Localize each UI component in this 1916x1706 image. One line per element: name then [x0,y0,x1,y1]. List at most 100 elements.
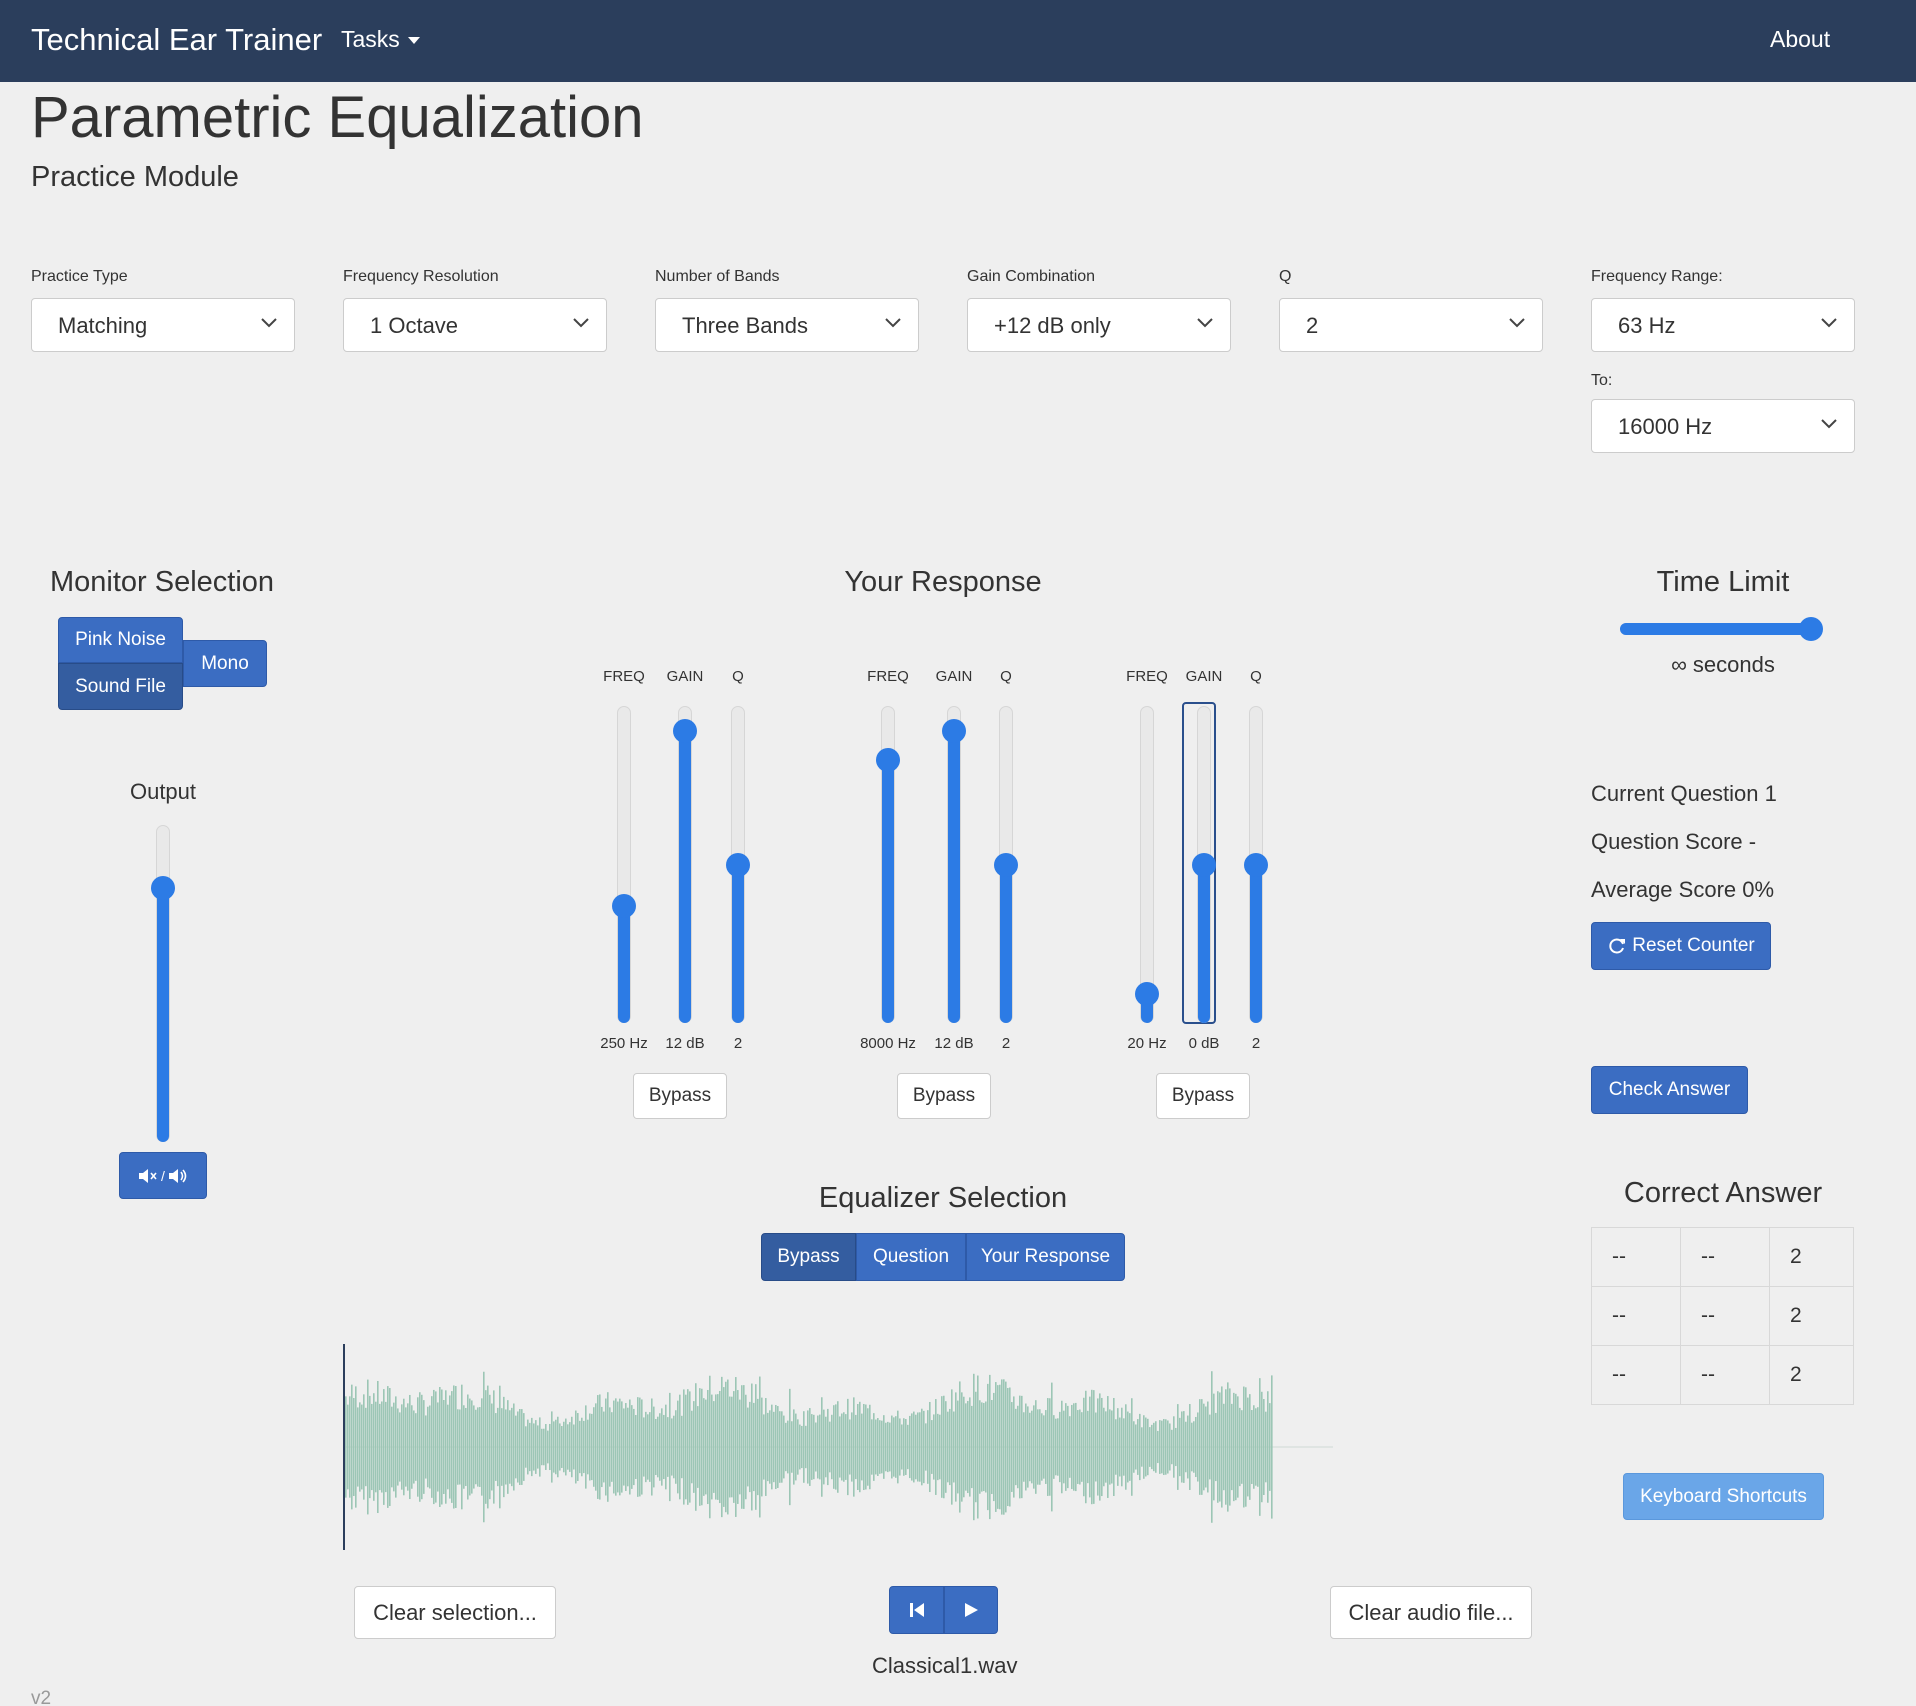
waveform-bar [977,1375,979,1519]
waveform-bar [1151,1424,1153,1470]
reset-counter-button[interactable]: Reset Counter [1591,922,1771,970]
eq-select-your-response[interactable]: Your Response [966,1233,1125,1281]
waveform-bar [837,1401,839,1493]
band1-q-header: Q [732,668,744,685]
frequency-range-to-select[interactable]: 16000 Hz [1591,399,1855,453]
slider-fill [948,731,960,1023]
band3-gain-slider[interactable] [1182,702,1216,1024]
slider-thumb[interactable] [942,719,966,744]
check-answer-button[interactable]: Check Answer [1591,1066,1748,1114]
waveform-bar [1261,1391,1263,1503]
slider-thumb[interactable] [612,893,636,918]
about-link[interactable]: About [1770,26,1830,53]
band1-bypass-button[interactable]: Bypass [633,1073,727,1119]
waveform-bar [985,1401,987,1493]
band1-freq-slider[interactable] [612,706,636,1023]
slider-fill [882,759,894,1023]
sound-file-button[interactable]: Sound File [58,663,183,710]
waveform-bar [697,1406,699,1488]
waveform-bar [1249,1394,1251,1500]
waveform-bar [949,1408,951,1486]
time-limit-slider[interactable] [1620,617,1823,641]
slider-thumb[interactable] [1135,982,1159,1007]
time-slider-thumb[interactable] [1799,617,1823,641]
waveform-bar [1041,1413,1043,1481]
band2-freq-slider[interactable] [876,706,900,1023]
mute-toggle-button[interactable]: / [119,1152,207,1199]
waveform-bar [1147,1418,1149,1476]
band2-bypass-button[interactable]: Bypass [897,1073,991,1119]
mono-button[interactable]: Mono [183,640,267,687]
waveform-bar [849,1419,851,1475]
waveform-bar [513,1403,515,1491]
frequency-resolution-select[interactable]: 1 Octave [343,298,607,352]
waveform-bar [899,1418,901,1476]
waveform-bar [915,1414,917,1480]
waveform-bar [373,1393,375,1501]
output-volume-slider[interactable] [151,825,175,1142]
waveform-bar [577,1413,579,1481]
waveform-bar [699,1388,701,1506]
frequency-range-from-select[interactable]: 63 Hz [1591,298,1855,352]
waveform-bar [741,1385,743,1509]
band2-gain-slider[interactable] [942,706,966,1023]
waveform-bar [1157,1430,1159,1464]
slider-thumb[interactable] [1192,852,1216,877]
output-slider-thumb[interactable] [151,876,175,901]
eq-select-bypass[interactable]: Bypass [761,1233,856,1281]
waveform-bar [1007,1387,1009,1507]
waveform-bar [387,1386,389,1508]
eq-select-question[interactable]: Question [856,1233,966,1281]
waveform-bar [1117,1408,1119,1486]
audio-waveform[interactable] [343,1344,1333,1550]
waveform-bar [569,1422,571,1472]
waveform-bar [783,1415,785,1479]
waveform-bar [593,1407,595,1487]
waveform-bar [927,1410,929,1484]
band1-gain-slider[interactable] [673,706,697,1023]
clear-selection-button[interactable]: Clear selection... [354,1586,556,1639]
keyboard-shortcuts-button[interactable]: Keyboard Shortcuts [1623,1473,1824,1520]
waveform-bar [967,1400,969,1494]
band2-q-slider[interactable] [994,706,1018,1023]
waveform-bar [565,1418,567,1476]
waveform-bar [1019,1395,1021,1499]
waveform-bar [1237,1396,1239,1498]
waveform-bar [559,1423,561,1471]
slider-thumb[interactable] [1244,852,1268,877]
band3-q-slider[interactable] [1244,706,1268,1023]
slider-thumb[interactable] [994,852,1018,877]
clear-audio-file-button[interactable]: Clear audio file... [1330,1586,1532,1639]
waveform-bar [523,1413,525,1481]
band1-q-slider[interactable] [726,706,750,1023]
waveform-bar [589,1413,591,1481]
play-button[interactable] [944,1586,998,1634]
slider-thumb[interactable] [876,747,900,772]
number-of-bands-select[interactable]: Three Bands [655,298,919,352]
band3-bypass-button[interactable]: Bypass [1156,1073,1250,1119]
waveform-bar [1153,1422,1155,1472]
waveform-bar [909,1415,911,1479]
waveform-bar [993,1392,995,1502]
slider-thumb[interactable] [673,719,697,744]
waveform-bar [615,1398,617,1496]
rewind-button[interactable] [889,1586,944,1634]
waveform-bar [351,1384,353,1510]
waveform-bar [845,1414,847,1480]
waveform-bar [1241,1410,1243,1484]
waveform-bar [411,1405,413,1489]
q-select[interactable]: 2 [1279,298,1543,352]
table-row: -- -- 2 [1591,1345,1854,1405]
waveform-bar [479,1407,481,1487]
table-cell: -- [1591,1227,1681,1287]
waveform-bar [655,1418,657,1476]
app-brand[interactable]: Technical Ear Trainer [31,22,322,58]
band3-freq-slider[interactable] [1135,706,1159,1023]
pink-noise-button[interactable]: Pink Noise [58,617,183,663]
slider-thumb[interactable] [726,852,750,877]
waveform-bar [893,1417,895,1477]
practice-type-select[interactable]: Matching [31,298,295,352]
waveform-bar [661,1408,663,1486]
tasks-menu[interactable]: Tasks [341,26,420,53]
gain-combination-select[interactable]: +12 dB only [967,298,1231,352]
